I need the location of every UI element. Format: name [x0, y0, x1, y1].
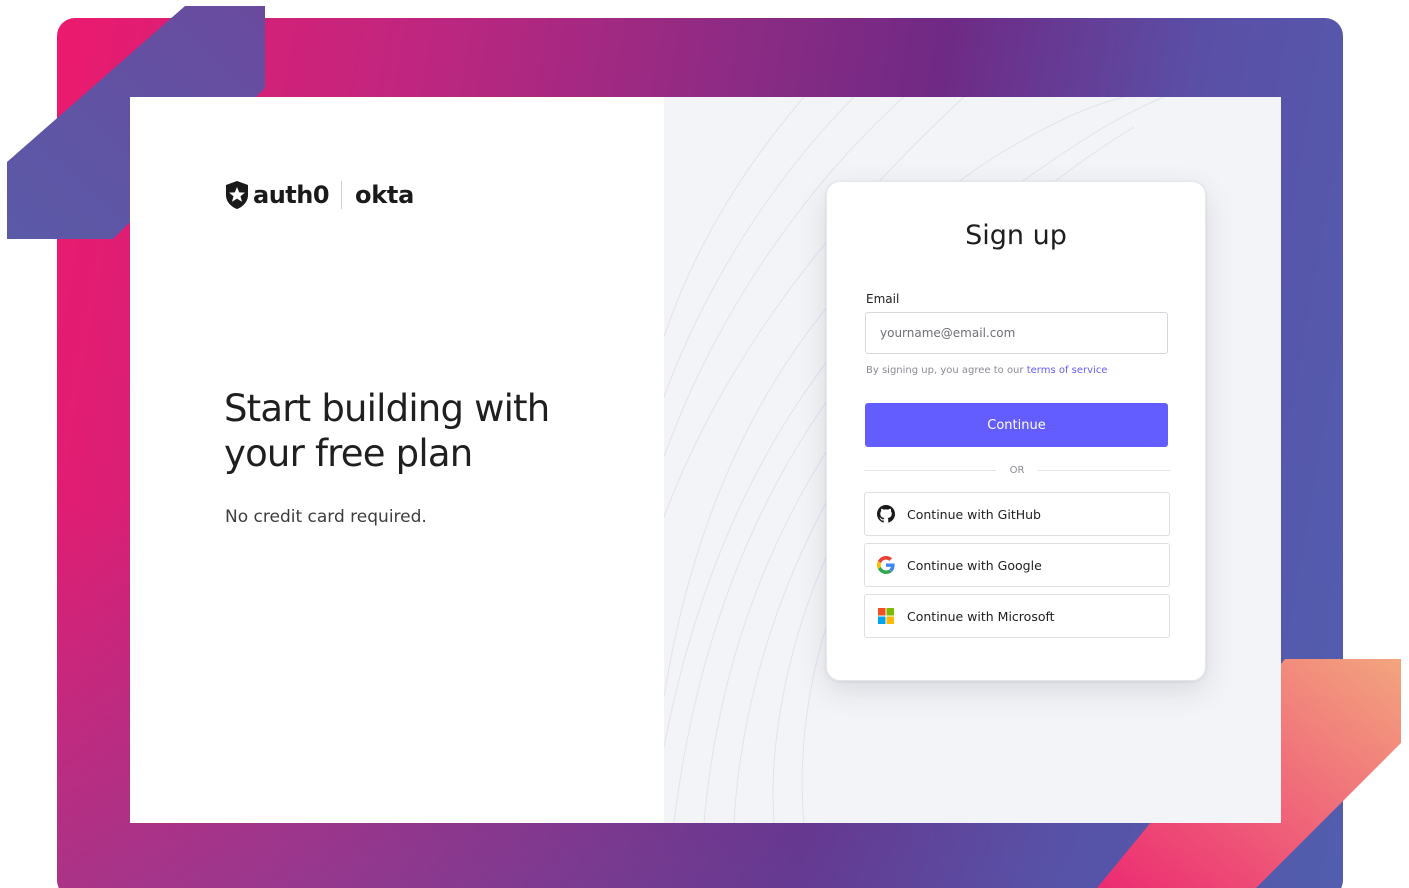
signup-card: Sign up Email By signing up, you agree t…: [826, 181, 1206, 681]
continue-with-github-button[interactable]: Continue with GitHub: [864, 492, 1170, 536]
divider-label: OR: [1009, 464, 1025, 476]
continue-button[interactable]: Continue: [865, 403, 1168, 447]
hero-subtext: No credit card required.: [225, 507, 427, 527]
microsoft-button-label: Continue with Microsoft: [907, 608, 1055, 624]
auth0-shield-icon: [226, 181, 248, 209]
hero-headline-line-1: Start building with: [224, 387, 550, 430]
or-divider: OR: [864, 462, 1171, 478]
email-input[interactable]: [865, 312, 1168, 354]
github-button-label: Continue with GitHub: [907, 506, 1041, 522]
microsoft-icon: [877, 607, 895, 625]
continue-with-microsoft-button[interactable]: Continue with Microsoft: [864, 594, 1170, 638]
marketing-panel: auth0 okta Start building with your free…: [130, 97, 664, 823]
github-icon: [877, 505, 895, 523]
okta-wordmark: okta: [355, 181, 414, 209]
terms-of-service-link[interactable]: terms of service: [1027, 365, 1108, 376]
google-button-label: Continue with Google: [907, 557, 1042, 573]
page-background: auth0 okta Start building with your free…: [0, 0, 1409, 888]
brand-logo: auth0 okta: [224, 179, 414, 211]
hero-headline-line-2: your free plan: [224, 432, 473, 475]
divider-rule-left: [864, 469, 996, 471]
hero-headline: Start building with your free plan: [224, 386, 644, 476]
logo-divider: [341, 181, 343, 209]
continue-with-google-button[interactable]: Continue with Google: [864, 543, 1170, 587]
terms-notice: By signing up, you agree to our terms of…: [866, 365, 1107, 376]
google-icon: [877, 556, 895, 574]
email-label: Email: [866, 292, 900, 306]
signup-window: auth0 okta Start building with your free…: [130, 97, 1281, 823]
signup-title: Sign up: [965, 220, 1067, 251]
auth0-wordmark: auth0: [253, 181, 330, 209]
auth-panel: Sign up Email By signing up, you agree t…: [664, 97, 1281, 823]
terms-prefix: By signing up, you agree to our: [866, 365, 1027, 376]
divider-rule-right: [1038, 469, 1171, 471]
